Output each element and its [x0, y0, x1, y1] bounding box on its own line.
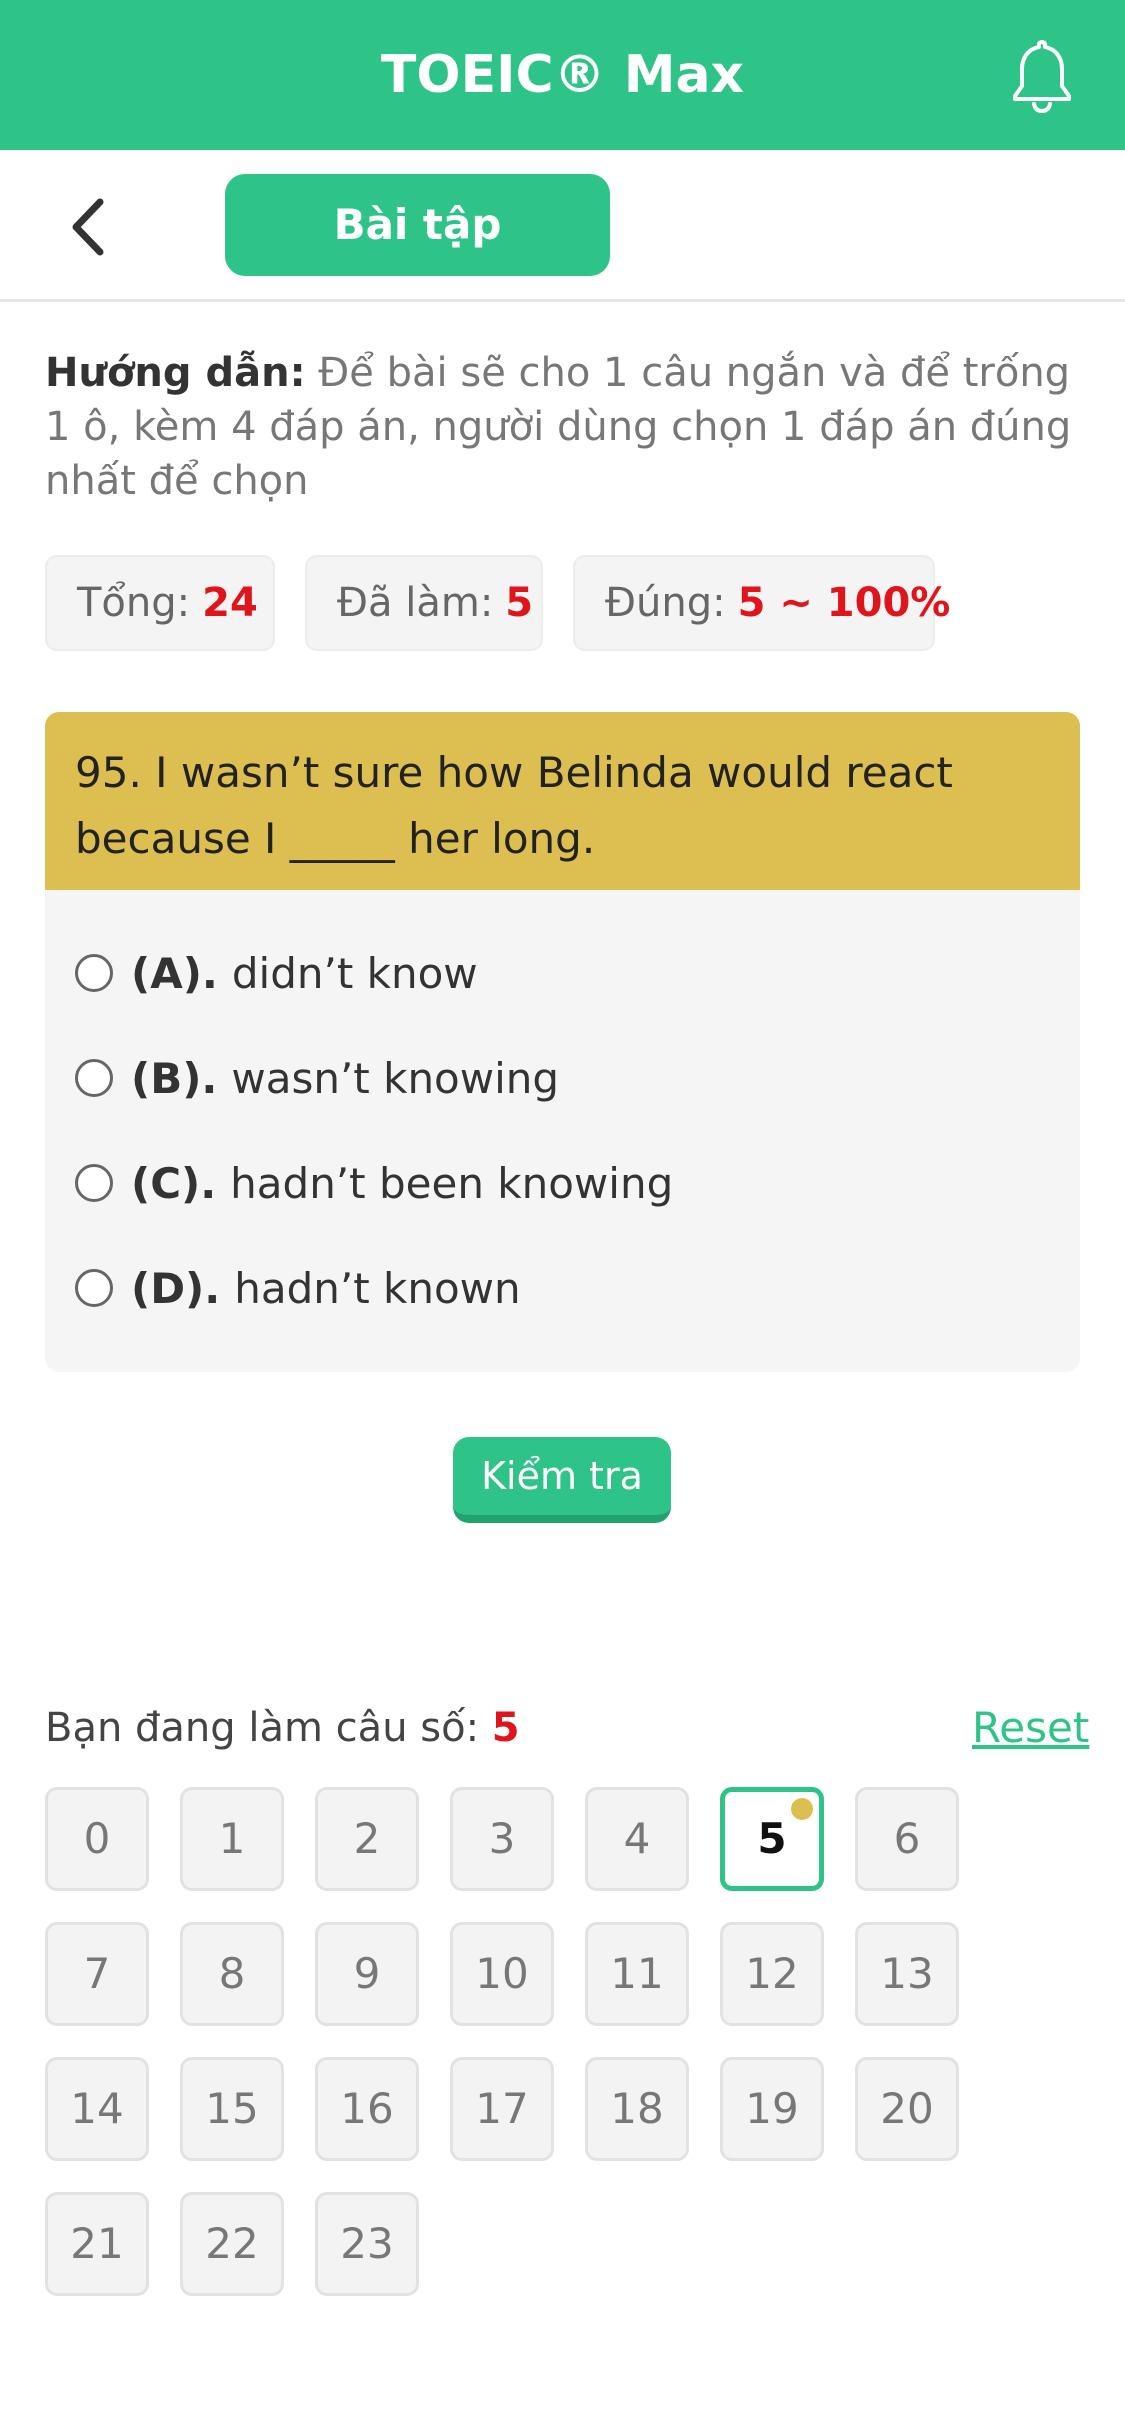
bell-icon[interactable]: [1010, 38, 1074, 114]
current-question-number: 5: [491, 1705, 520, 1751]
question-number-button[interactable]: 22: [180, 2192, 284, 2296]
tab-exercise[interactable]: Bài tập: [225, 174, 610, 276]
sub-header: Bài tập: [0, 150, 1125, 302]
question-number-button[interactable]: 2: [315, 1787, 419, 1891]
radio-button-icon[interactable]: [75, 1059, 113, 1097]
stat-done-value: 5: [505, 580, 534, 626]
question-header: 95. I wasn’t sure how Belinda would reac…: [45, 712, 1080, 890]
option-d[interactable]: (D). hadn’t known: [75, 1253, 521, 1323]
question-number-button[interactable]: 0: [45, 1787, 149, 1891]
question-number-button[interactable]: 3: [450, 1787, 554, 1891]
question-number-button[interactable]: 8: [180, 1922, 284, 2026]
option-c[interactable]: (C). hadn’t been knowing: [75, 1148, 673, 1218]
question-number-button[interactable]: 19: [720, 2057, 824, 2161]
current-question-indicator: Bạn đang làm câu số: 5: [45, 1700, 520, 1756]
option-text: hadn’t been knowing: [230, 1158, 674, 1208]
check-button[interactable]: Kiểm tra: [453, 1437, 671, 1523]
question-text: 95. I wasn’t sure how Belinda would reac…: [75, 748, 953, 863]
option-text: didn’t know: [231, 948, 478, 998]
stat-correct: Đúng: 5 ~ 100%: [573, 555, 950, 651]
stat-total-label: Tổng:: [77, 580, 191, 626]
instructions: Hướng dẫn: Để bài sẽ cho 1 câu ngắn và đ…: [45, 346, 1085, 508]
option-key: (C).: [131, 1158, 217, 1208]
instructions-label: Hướng dẫn:: [45, 350, 306, 396]
question-number-button[interactable]: 6: [855, 1787, 959, 1891]
current-question-label: Bạn đang làm câu số:: [45, 1705, 480, 1751]
reset-link[interactable]: Reset: [972, 1700, 1089, 1756]
option-b[interactable]: (B). wasn’t knowing: [75, 1043, 559, 1113]
option-key: (A).: [131, 948, 218, 998]
stat-done: Đã làm: 5: [305, 555, 543, 651]
radio-button-icon[interactable]: [75, 954, 113, 992]
stat-done-label: Đã làm:: [337, 580, 494, 626]
stat-correct-value: 5 ~ 100%: [737, 580, 951, 626]
option-text: hadn’t known: [234, 1263, 521, 1313]
question-number-button[interactable]: 14: [45, 2057, 149, 2161]
question-number-button[interactable]: 17: [450, 2057, 554, 2161]
radio-button-icon[interactable]: [75, 1164, 113, 1202]
question-number-button-active[interactable]: 5: [720, 1787, 824, 1891]
stat-correct-label: Đúng:: [605, 580, 726, 626]
stat-total-value: 24: [202, 580, 258, 626]
question-number-button[interactable]: 10: [450, 1922, 554, 2026]
question-number-button[interactable]: 16: [315, 2057, 419, 2161]
option-key: (B).: [131, 1053, 218, 1103]
stat-total: Tổng: 24: [45, 555, 275, 651]
question-number-button[interactable]: 21: [45, 2192, 149, 2296]
answered-dot-icon: [791, 1798, 813, 1820]
question-number-button[interactable]: 18: [585, 2057, 689, 2161]
question-number-button[interactable]: 9: [315, 1922, 419, 2026]
question-number-button[interactable]: 7: [45, 1922, 149, 2026]
question-number-button[interactable]: 1: [180, 1787, 284, 1891]
option-a[interactable]: (A). didn’t know: [75, 938, 478, 1008]
option-key: (D).: [131, 1263, 221, 1313]
app-title: TOEIC® Max: [380, 45, 745, 105]
radio-button-icon[interactable]: [75, 1269, 113, 1307]
question-card: 95. I wasn’t sure how Belinda would reac…: [45, 712, 1080, 1372]
question-number-button[interactable]: 12: [720, 1922, 824, 2026]
question-number-button[interactable]: 20: [855, 2057, 959, 2161]
question-number-button[interactable]: 4: [585, 1787, 689, 1891]
chevron-left-icon[interactable]: [64, 192, 114, 262]
option-text: wasn’t knowing: [231, 1053, 560, 1103]
app-header: TOEIC® Max: [0, 0, 1125, 150]
question-number-button[interactable]: 23: [315, 2192, 419, 2296]
question-number-button[interactable]: 15: [180, 2057, 284, 2161]
question-number-label: 5: [757, 1814, 787, 1863]
question-number-button[interactable]: 13: [855, 1922, 959, 2026]
question-number-button[interactable]: 11: [585, 1922, 689, 2026]
